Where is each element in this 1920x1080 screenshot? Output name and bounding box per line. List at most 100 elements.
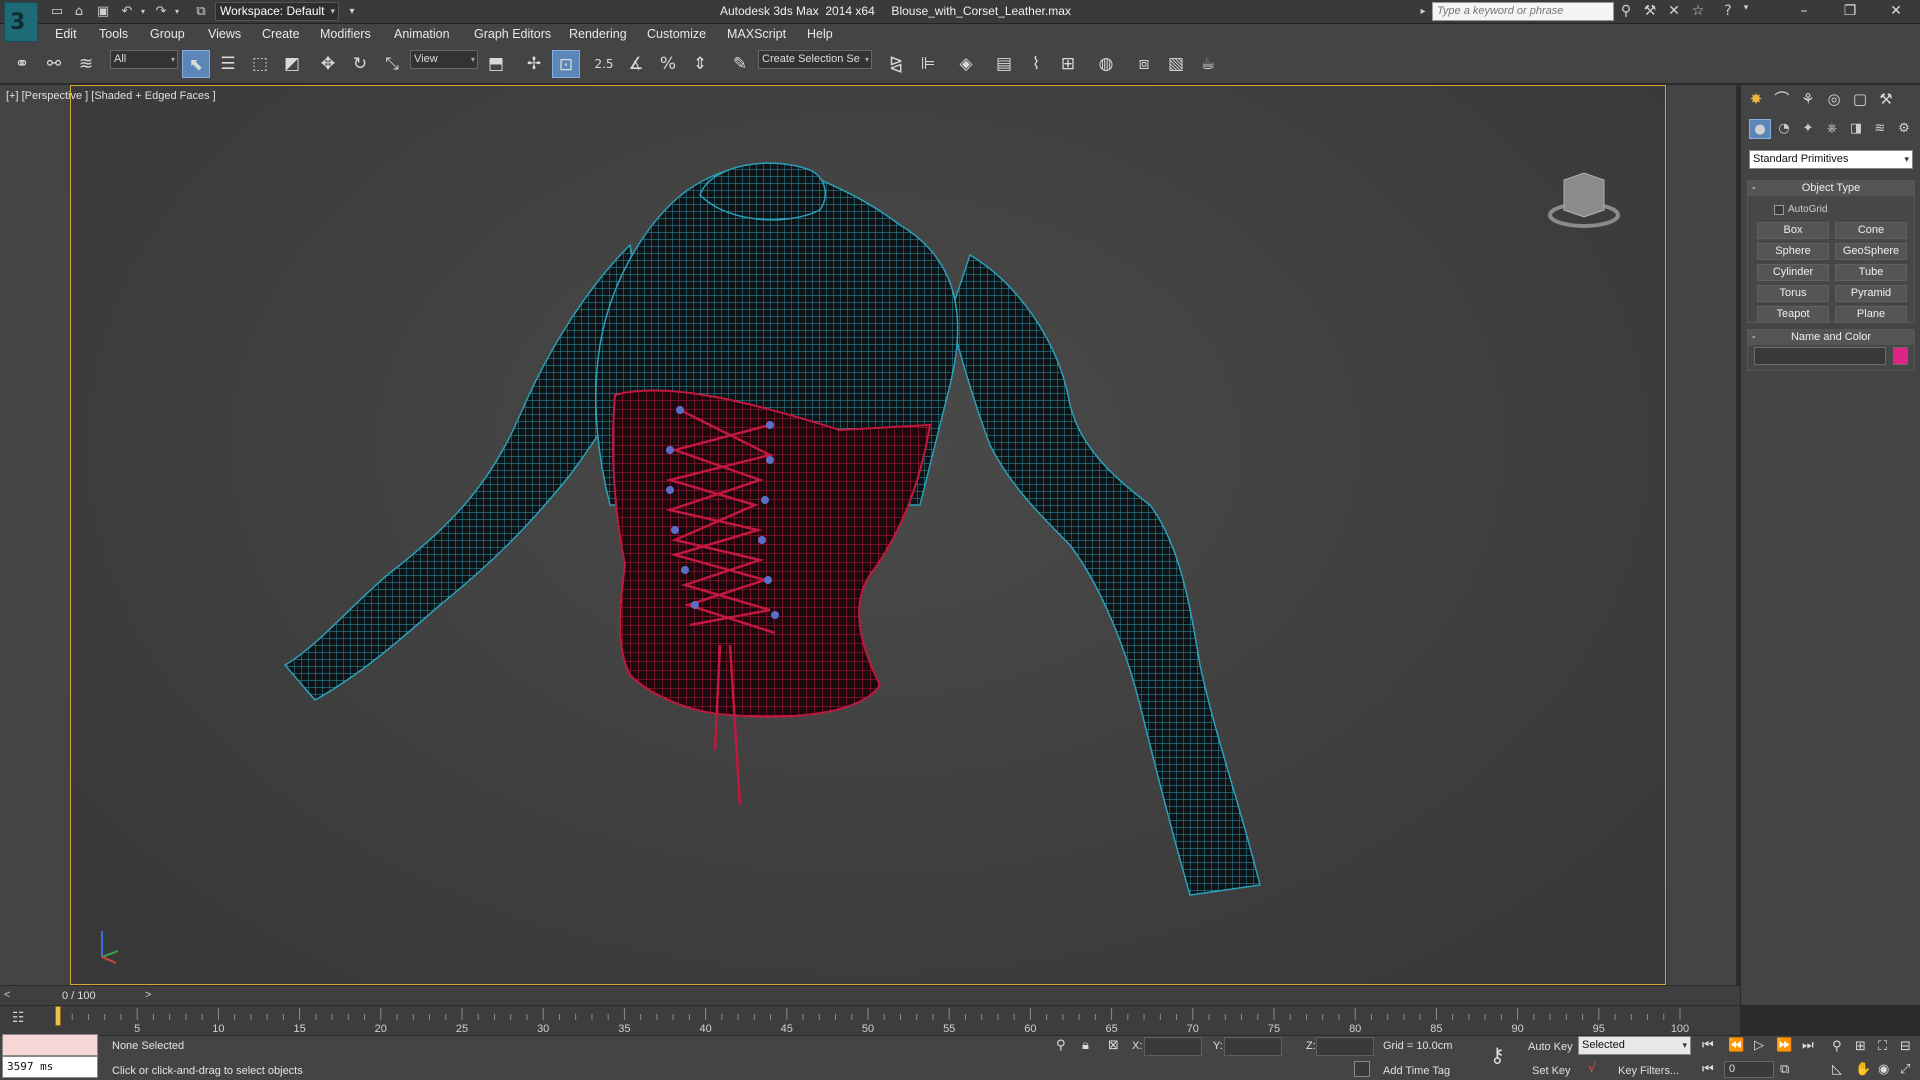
menu-graph-editors[interactable]: Graph Editors [474, 27, 551, 41]
set-key-button[interactable]: Set Key [1532, 1065, 1571, 1077]
render-production-icon[interactable]: ☕ [1194, 50, 1222, 78]
torus-button[interactable]: Torus [1757, 285, 1829, 302]
tube-button[interactable]: Tube [1835, 264, 1907, 281]
cylinder-button[interactable]: Cylinder [1757, 264, 1829, 281]
absolute-mode-icon[interactable]: ⊠ [1108, 1038, 1119, 1053]
close-button[interactable]: ✕ [1873, 0, 1919, 24]
isolate-selection-icon[interactable]: ⚲ [1056, 1038, 1066, 1053]
motion-tab-icon[interactable]: ◎ [1823, 88, 1845, 110]
lights-icon[interactable]: ✦ [1797, 119, 1819, 139]
pivot-center-icon[interactable]: ⬒ [482, 50, 510, 78]
key-tangent-icon[interactable]: √ [1588, 1061, 1596, 1076]
scale-icon[interactable]: ⤡ [378, 50, 406, 78]
menu-edit[interactable]: Edit [55, 27, 77, 41]
time-slider[interactable]: < 0 / 100 > [0, 985, 1740, 1005]
undo-dropdown-icon[interactable]: ▾ [134, 3, 152, 20]
key-mode-dropdown[interactable]: Selected ▾ [1578, 1036, 1691, 1055]
align-icon[interactable]: ⊫ [914, 50, 942, 78]
mini-curve-editor-icon[interactable]: ☷ [12, 1010, 32, 1030]
binoculars-icon[interactable]: ⚲ [1616, 3, 1636, 21]
subscription-icon[interactable]: ⚒ [1640, 3, 1660, 21]
workspace-dropdown[interactable]: Workspace: Default ▾ [215, 2, 339, 21]
modify-tab-icon[interactable]: ⌒ [1771, 88, 1793, 110]
go-to-end-icon[interactable]: ⏭ [1802, 1038, 1814, 1053]
select-by-name-icon[interactable]: ☰ [214, 50, 242, 78]
menu-maxscript[interactable]: MAXScript [727, 27, 786, 41]
communication-icon[interactable]: ✕ [1664, 3, 1684, 21]
menu-tools[interactable]: Tools [99, 27, 128, 41]
key-filters-button[interactable]: Key Filters... [1618, 1065, 1679, 1077]
auto-key-button[interactable]: Auto Key [1528, 1041, 1573, 1053]
viewport-label[interactable]: [+] [Perspective ] [Shaded + Edged Faces… [6, 90, 216, 102]
previous-frame-button[interactable]: < [4, 989, 10, 1001]
play-icon[interactable]: ▷ [1754, 1038, 1764, 1053]
render-setup-icon[interactable]: ⧈ [1130, 50, 1158, 78]
cone-button[interactable]: Cone [1835, 222, 1907, 239]
object-color-swatch[interactable] [1893, 347, 1908, 365]
minimize-button[interactable]: – [1781, 0, 1827, 24]
geometry-icon[interactable]: ● [1749, 119, 1771, 139]
name-and-color-header[interactable]: - Name and Color [1748, 330, 1914, 345]
manipulate-icon[interactable]: ✢ [520, 50, 548, 78]
curve-editor-icon[interactable]: ⌇ [1022, 50, 1050, 78]
set-key-icon[interactable]: ⚷ [1490, 1043, 1505, 1067]
go-to-start-icon[interactable]: ⏮ [1702, 1038, 1714, 1053]
cameras-icon[interactable]: ⎈ [1821, 119, 1843, 139]
selection-lock-icon[interactable]: 🔒︎ [1082, 1038, 1089, 1053]
favorites-icon[interactable]: ☆ [1688, 3, 1708, 21]
selection-filter-dropdown[interactable]: All ▾ [110, 50, 178, 69]
time-cursor[interactable] [55, 1006, 61, 1026]
search-input[interactable]: Type a keyword or phrase [1432, 2, 1614, 21]
angle-snap-icon[interactable]: ∡ [622, 50, 650, 78]
zoom-extents-icon[interactable]: ⛶ [1878, 1039, 1887, 1054]
space-warps-icon[interactable]: ≋ [1869, 119, 1891, 139]
rendered-frame-window-icon[interactable]: ▧ [1162, 50, 1190, 78]
hierarchy-tab-icon[interactable]: ⚘ [1797, 88, 1819, 110]
rotate-icon[interactable]: ↻ [346, 50, 374, 78]
y-coordinate-field[interactable] [1224, 1037, 1282, 1056]
display-tab-icon[interactable]: ▢ [1849, 88, 1871, 110]
geosphere-button[interactable]: GeoSphere [1835, 243, 1907, 260]
menu-rendering[interactable]: Rendering [569, 27, 627, 41]
primitive-category-dropdown[interactable]: Standard Primitives ▾ [1749, 150, 1913, 169]
zoom-icon[interactable]: ⚲ [1832, 1039, 1842, 1054]
spinner-snap-icon[interactable]: ⇕ [686, 50, 714, 78]
pyramid-button[interactable]: Pyramid [1835, 285, 1907, 302]
object-name-field[interactable] [1754, 347, 1886, 365]
menu-animation[interactable]: Animation [394, 27, 450, 41]
menu-modifiers[interactable]: Modifiers [320, 27, 371, 41]
helpers-icon[interactable]: ◨ [1845, 119, 1867, 139]
bind-space-warp-icon[interactable]: ≋ [72, 50, 100, 78]
snaps-toggle-icon[interactable]: 2.5 [590, 50, 618, 78]
key-mode-toggle-icon[interactable]: ⏮ [1702, 1062, 1714, 1077]
rectangular-selection-icon[interactable]: ⬚ [246, 50, 274, 78]
field-of-view-icon[interactable]: ◺ [1832, 1062, 1842, 1077]
keyboard-shortcut-override-icon[interactable]: ⊡ [552, 50, 580, 78]
graphite-ribbon-icon[interactable]: ▤ [990, 50, 1018, 78]
box-button[interactable]: Box [1757, 222, 1829, 239]
link-icon[interactable]: ⚭ [8, 50, 36, 78]
object-type-header[interactable]: - Object Type [1748, 181, 1914, 196]
previous-frame-icon[interactable]: ⏪ [1728, 1038, 1744, 1053]
time-configuration-icon[interactable]: ⧉ [1780, 1062, 1789, 1077]
x-coordinate-field[interactable] [1144, 1037, 1202, 1056]
percent-snap-icon[interactable]: % [654, 50, 682, 78]
save-file-icon[interactable]: ▣ [94, 3, 112, 20]
restore-button[interactable]: ❐ [1827, 0, 1873, 24]
orbit-icon[interactable]: ◉ [1878, 1062, 1889, 1077]
maxscript-listener-input[interactable] [2, 1034, 98, 1056]
track-bar[interactable]: ☷ 5 10 15 20 25 30 35 40 45 50 55 60 65 70 75 80 85 90 95 1… [0, 1005, 1740, 1035]
sphere-button[interactable]: Sphere [1757, 243, 1829, 260]
shapes-icon[interactable]: ◔ [1773, 119, 1795, 139]
help-dropdown-icon[interactable]: ▾ [1736, 3, 1756, 21]
reference-coordinate-dropdown[interactable]: View ▾ [410, 50, 478, 69]
edit-named-selection-icon[interactable]: ✎ [726, 50, 754, 78]
menu-group[interactable]: Group [150, 27, 185, 41]
zoom-all-icon[interactable]: ⊞ [1855, 1039, 1866, 1054]
named-selection-dropdown[interactable]: Create Selection Se ▾ [758, 50, 872, 69]
teapot-button[interactable]: Teapot [1757, 306, 1829, 323]
zoom-extents-all-icon[interactable]: ⊟ [1900, 1039, 1911, 1054]
add-time-tag-button[interactable]: Add Time Tag [1383, 1065, 1450, 1077]
unlink-icon[interactable]: ⚯ [40, 50, 68, 78]
systems-icon[interactable]: ⚙ [1893, 119, 1915, 139]
